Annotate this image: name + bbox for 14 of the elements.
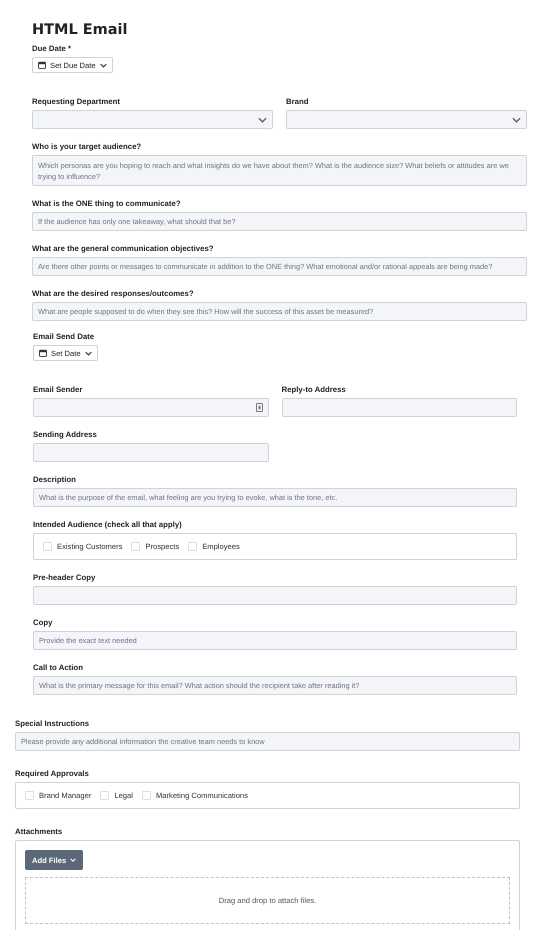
calendar-icon <box>39 349 47 357</box>
chevron-down-icon <box>84 350 92 356</box>
calendar-icon <box>38 61 46 69</box>
chevron-down-icon <box>70 858 76 862</box>
input-field[interactable] <box>282 398 517 417</box>
dropdown-field[interactable] <box>286 110 527 129</box>
dropdown-field[interactable] <box>32 110 273 129</box>
form-title: HTML Email <box>32 22 128 38</box>
input-field[interactable] <box>33 398 268 417</box>
input-field[interactable] <box>33 586 517 605</box>
chevron-down-icon <box>512 116 521 122</box>
input-field[interactable] <box>33 443 268 462</box>
chevron-down-icon <box>258 116 267 122</box>
chevron-down-icon <box>100 62 107 68</box>
